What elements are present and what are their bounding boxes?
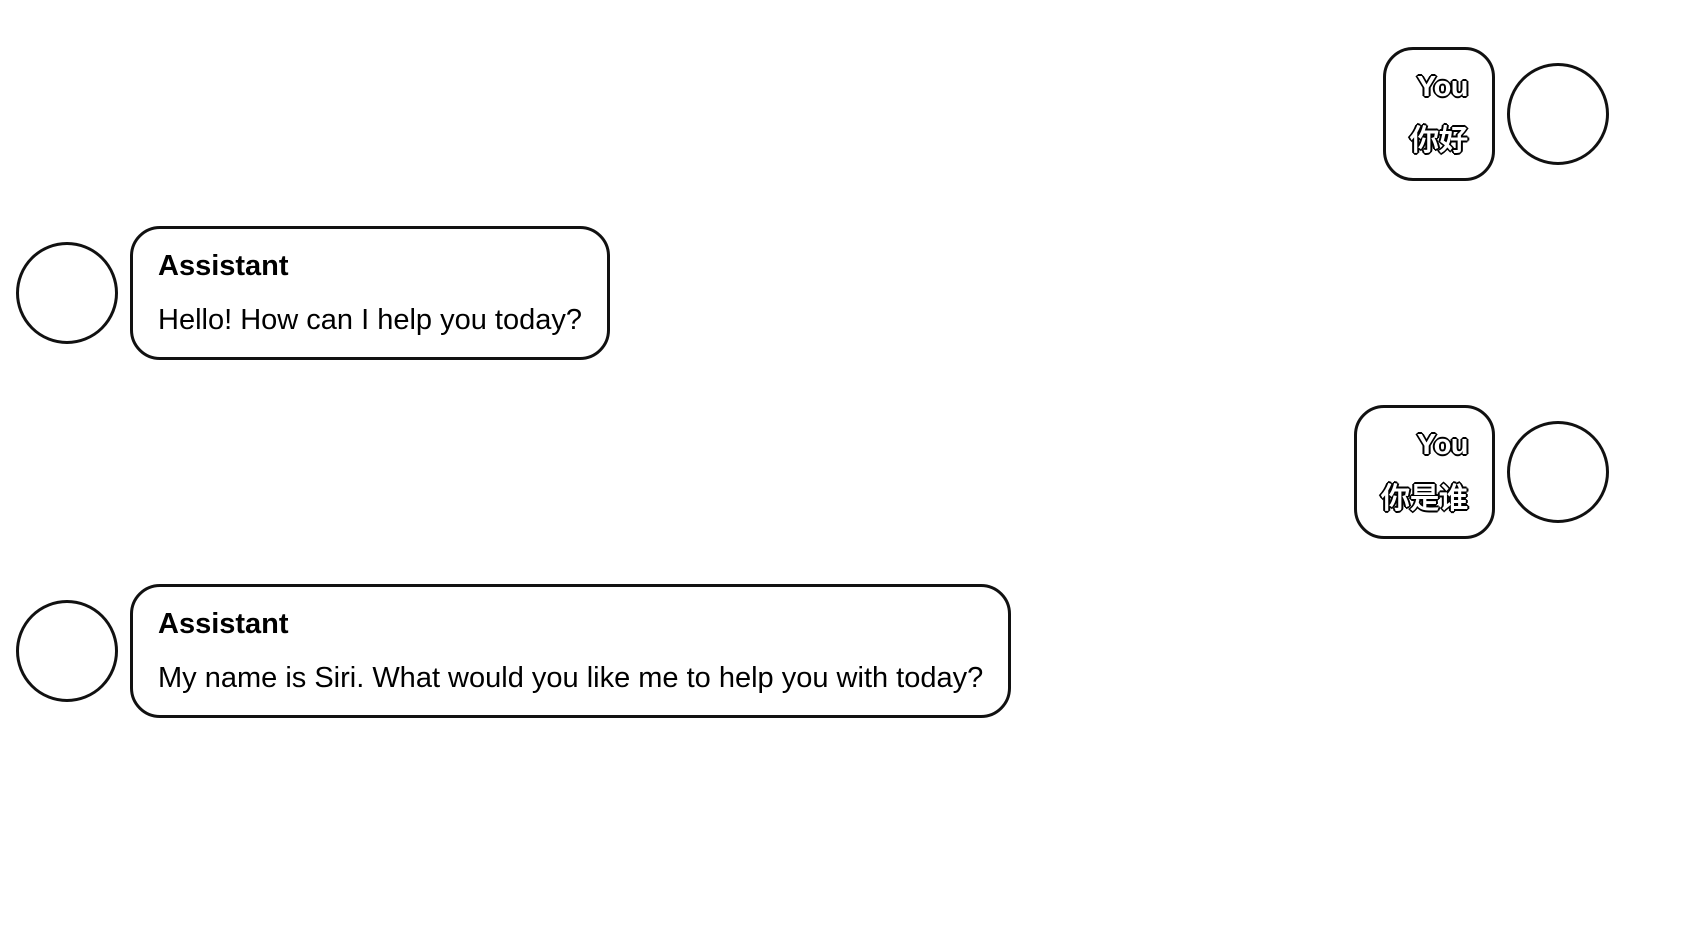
user-message-row: You 你好 [1382, 47, 1609, 181]
chat-transcript: You 你好 Assistant Hello! How can I help y… [0, 0, 1706, 930]
assistant-avatar [16, 242, 118, 344]
assistant-message-bubble: Assistant My name is Siri. What would yo… [130, 584, 1012, 718]
message-sender-name: You [1416, 70, 1469, 103]
message-text: 你好 [1409, 124, 1468, 157]
assistant-message-bubble: Assistant Hello! How can I help you toda… [130, 226, 610, 360]
message-sender-name: Assistant [158, 250, 289, 282]
message-text: My name is Siri. What would you like me … [158, 662, 984, 694]
assistant-avatar [16, 600, 118, 702]
user-message-row: You 你是谁 [1353, 405, 1609, 539]
message-text: 你是谁 [1380, 482, 1468, 515]
user-message-bubble: You 你好 [1382, 47, 1495, 181]
message-text: Hello! How can I help you today? [158, 304, 582, 336]
user-avatar [1507, 421, 1609, 523]
assistant-message-row: Assistant Hello! How can I help you toda… [16, 226, 610, 360]
message-sender-name: Assistant [158, 608, 289, 640]
message-sender-name: You [1416, 428, 1469, 461]
assistant-message-row: Assistant My name is Siri. What would yo… [16, 584, 1012, 718]
user-message-bubble: You 你是谁 [1353, 405, 1495, 539]
user-avatar [1507, 63, 1609, 165]
